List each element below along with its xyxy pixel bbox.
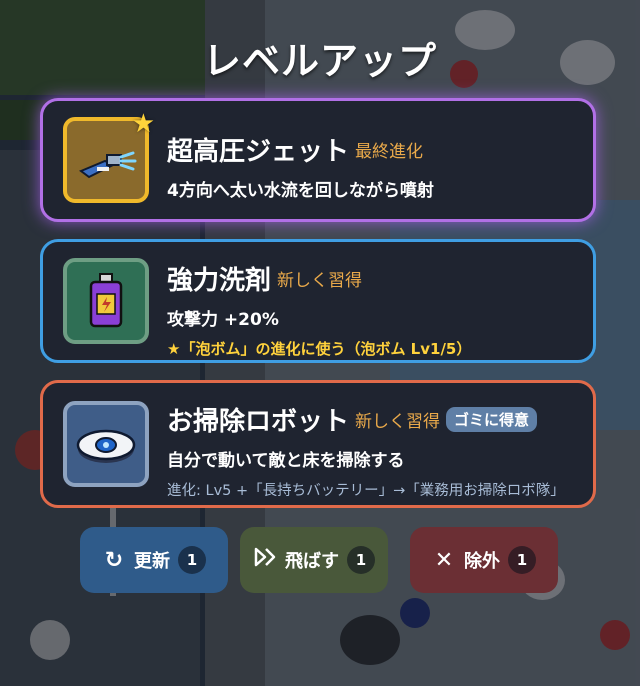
remove-label: 除外 — [464, 551, 500, 572]
refresh-count: 1 — [178, 546, 206, 574]
card-evolution-path: 進化: Lv5 +「長持ちバッテリー」→「業務用お掃除ロボ隊」 — [167, 483, 565, 499]
close-icon: ✕ — [434, 547, 454, 573]
skip-icon — [253, 547, 277, 573]
remove-count: 1 — [508, 546, 536, 574]
card-tag: 最終進化 — [355, 142, 424, 162]
trait-badge: ゴミに得意 — [446, 407, 538, 432]
card-description: 4方向へ太い水流を回しながら噴射 — [167, 181, 434, 201]
card-name: 強力洗剤 — [167, 266, 272, 296]
refresh-icon: ↻ — [104, 547, 124, 573]
card-tag: 新しく習得 — [355, 412, 441, 432]
card-name: 超高圧ジェット — [167, 137, 350, 167]
remove-button[interactable]: ✕ 除外 1 — [410, 527, 558, 593]
skip-count: 1 — [347, 546, 375, 574]
card-description: 攻撃力 +20% — [167, 310, 279, 330]
upgrade-card-detergent[interactable]: 強力洗剤 新しく習得 攻撃力 +20% ★「泡ボム」の進化に使う（泡ボム Lv1/… — [40, 239, 596, 363]
card-name: お掃除ロボット — [167, 407, 350, 437]
page-title: レベルアップ — [202, 39, 437, 83]
card-tag: 新しく習得 — [277, 271, 363, 291]
upgrade-card-super-jet[interactable]: ★ 超高圧ジェット 最終進化 4方向へ太い水流を回しながら噴射 — [40, 98, 596, 222]
skip-label: 飛ばす — [285, 551, 339, 572]
card-description: 自分で動いて敵と床を掃除する — [167, 451, 405, 471]
robot-vacuum-icon — [63, 401, 149, 487]
star-badge-icon: ★ — [131, 109, 155, 139]
refresh-button[interactable]: ↻ 更新 1 — [80, 527, 228, 593]
skip-button[interactable]: 飛ばす 1 — [240, 527, 388, 593]
refresh-label: 更新 — [134, 551, 170, 572]
jet-nozzle-icon: ★ — [63, 109, 155, 203]
upgrade-card-robot[interactable]: お掃除ロボット 新しく習得 ゴミに得意 自分で動いて敵と床を掃除する 進化: Lv5… — [40, 380, 596, 508]
detergent-bottle-icon — [63, 258, 149, 344]
card-evolution-note: ★「泡ボム」の進化に使う（泡ボム Lv1/5） — [167, 340, 472, 358]
